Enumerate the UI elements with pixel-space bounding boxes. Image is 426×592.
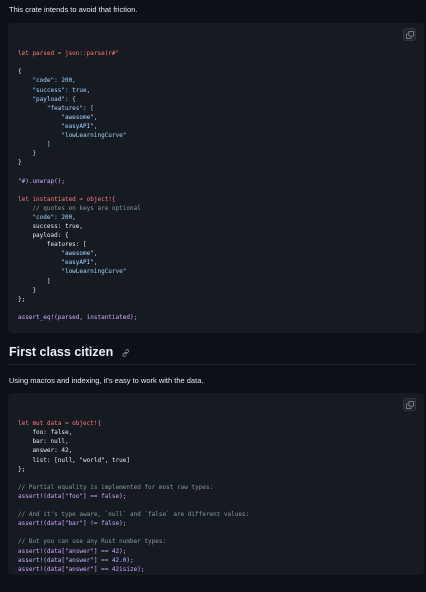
code-line: }; [18, 295, 26, 303]
code-line: ] [18, 277, 51, 285]
code-line: // quotes on keys are optional [18, 204, 141, 212]
code-line: foo: false, [18, 429, 73, 437]
code-line: assert_eq!(parsed, instantiated); [18, 313, 138, 321]
copy-icon [406, 31, 414, 39]
code-line: success: true, [18, 222, 84, 230]
copy-code-button[interactable] [403, 28, 416, 41]
code-line: "lowLearningCurve" [18, 132, 127, 140]
code-line: ] [18, 141, 51, 149]
code-line: } [18, 150, 37, 158]
code-line: assert!(data["foo"] == false); [18, 492, 127, 500]
code-line: { [18, 68, 22, 76]
code-line: bar: null, [18, 438, 69, 446]
intro-paragraph: This crate intends to avoid that frictio… [9, 5, 138, 14]
code-line: }; [18, 465, 26, 473]
code-line: "success": true, [18, 86, 91, 94]
code-line: "features": [ [18, 104, 94, 112]
code-line: payload: { [18, 232, 69, 240]
section-paragraph: Using macros and indexing, it's easy to … [9, 376, 204, 385]
code-line: let instantiated = object!{ [18, 195, 116, 203]
code-line: let parsed = json::parse(r#" [18, 50, 120, 58]
code-line: // And it's type aware, `null` and `fals… [18, 511, 250, 519]
code-line: let mut data = object!{ [18, 420, 102, 428]
link-anchor-icon[interactable] [122, 346, 130, 360]
code-line: "awesome", [18, 113, 98, 121]
code-line: // Partial equality is implemented for m… [18, 483, 214, 491]
copy-code-button[interactable] [403, 398, 416, 411]
code-line: "#).unwrap(); [18, 177, 65, 185]
code-line: "lowLearningCurve" [18, 268, 127, 276]
code-line: } [18, 286, 37, 294]
code-line: assert!(data["answer"] == 42.0); [18, 556, 134, 564]
copy-icon [406, 401, 414, 409]
code-line: "code": 200, [18, 77, 76, 85]
code-line: "code": 200, [18, 213, 76, 221]
code-line: "easyAPI", [18, 122, 98, 130]
code-line: assert!(data["answer"] == 42); [18, 547, 127, 555]
code-line: answer: 42, [18, 447, 73, 455]
code-line: "easyAPI", [18, 259, 98, 267]
code-line: "awesome", [18, 250, 98, 258]
section-heading: First class citizen [9, 345, 417, 365]
code-block-macro-example: let mut data = object!{ foo: false, bar:… [8, 393, 424, 575]
code-line: // But you can use any Rust number types… [18, 538, 167, 546]
code-line: assert!(data["bar"] != false); [18, 520, 127, 528]
code-line: "payload": { [18, 95, 76, 103]
code-line: assert!(data["answer"] == 42isize); [18, 565, 145, 573]
code-block-parse-example: let parsed = json::parse(r#"{ "code": 20… [8, 23, 424, 333]
code-line: list: [null, "world", true] [18, 456, 130, 464]
code-line: features: [ [18, 241, 87, 249]
code-line: } [18, 159, 22, 167]
